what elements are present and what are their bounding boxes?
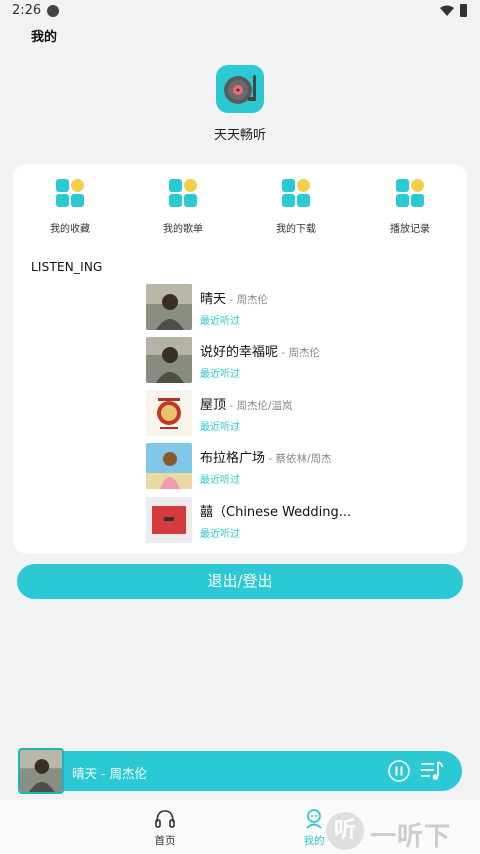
now-playing-title: 晴天 - 周杰伦: [72, 766, 147, 781]
song-title-line: 晴天 - 周杰伦: [200, 288, 268, 307]
headphones-icon: [155, 810, 175, 828]
quick-action-favorites[interactable]: 我的收藏: [20, 179, 120, 239]
song-item[interactable]: 屋顶 - 周杰伦/温岚 最近听过: [146, 390, 446, 436]
status-bar: 2:26: [0, 0, 480, 24]
album-cover: [146, 337, 192, 383]
recently-played-tag: 最近听过: [200, 369, 240, 380]
quick-action-downloads[interactable]: 我的下载: [246, 179, 346, 239]
grid-icon: [396, 179, 424, 207]
song-artist: - 蔡依林/周杰: [265, 453, 332, 465]
now-playing-cover: [18, 748, 64, 794]
battery-icon: [460, 4, 467, 17]
quick-action-label: 我的下载: [276, 224, 316, 235]
grid-icon: [169, 179, 197, 207]
mini-player[interactable]: 晴天 - 周杰伦: [18, 748, 462, 794]
wifi-icon: [440, 5, 454, 16]
song-title: 布拉格广场: [200, 451, 266, 466]
status-time: 2:26: [12, 3, 42, 18]
page-title: 我的: [31, 30, 58, 45]
song-title-line: 屋顶 - 周杰伦/温岚: [200, 394, 293, 413]
recently-played-tag: 最近听过: [200, 422, 240, 433]
song-artist: - 周杰伦/温岚: [226, 400, 293, 412]
song-title-line: 囍（Chinese Wedding...: [200, 501, 351, 520]
recently-played-tag: 最近听过: [200, 529, 240, 540]
quick-action-label: 我的收藏: [50, 224, 90, 235]
song-title: 说好的幸福呢: [200, 345, 279, 360]
song-item[interactable]: 囍（Chinese Wedding... 最近听过: [146, 497, 446, 543]
nav-label: 首页: [154, 835, 176, 847]
quick-action-playlists[interactable]: 我的歌单: [133, 179, 233, 239]
album-cover: [146, 497, 192, 543]
song-item[interactable]: 布拉格广场 - 蔡依林/周杰 最近听过: [146, 443, 446, 489]
recently-played-tag: 最近听过: [200, 316, 240, 327]
listening-section-title: LISTEN_ING: [31, 260, 103, 274]
album-cover: [146, 390, 192, 436]
album-cover: [146, 284, 192, 330]
app-logo-icon: [216, 65, 264, 113]
pause-icon[interactable]: [388, 760, 410, 782]
song-title-line: 说好的幸福呢 - 周杰伦: [200, 341, 320, 360]
song-title: 晴天: [200, 292, 227, 307]
album-cover: [146, 443, 192, 489]
grid-icon: [56, 179, 84, 207]
song-artist: - 周杰伦: [278, 347, 320, 359]
profile-card: 我的收藏 我的歌单 我的下载 播放记录 LISTEN_ING 晴天 - 周杰伦 …: [13, 164, 467, 554]
grid-icon: [282, 179, 310, 207]
quick-action-history[interactable]: 播放记录: [360, 179, 460, 239]
song-title: 囍（Chinese Wedding...: [200, 505, 352, 520]
recently-played-tag: 最近听过: [200, 475, 240, 486]
playlist-queue-icon[interactable]: [420, 760, 444, 782]
song-title: 屋顶: [200, 398, 227, 413]
song-artist: - 周杰伦: [226, 294, 268, 306]
app-name: 天天畅听: [213, 128, 266, 143]
watermark: 听 一听下载: [326, 812, 476, 852]
profile-icon: [306, 809, 322, 829]
notification-dot-icon: [47, 5, 59, 17]
watermark-badge: 听: [326, 812, 364, 850]
song-title-line: 布拉格广场 - 蔡依林/周杰: [200, 447, 332, 466]
watermark-text: 一听下载: [370, 822, 452, 852]
quick-action-label: 我的歌单: [163, 224, 203, 235]
nav-item-home[interactable]: 首页: [135, 808, 195, 848]
quick-action-label: 播放记录: [390, 224, 430, 235]
song-item[interactable]: 晴天 - 周杰伦 最近听过: [146, 284, 446, 330]
logout-button[interactable]: 退出/登出: [17, 564, 463, 599]
song-item[interactable]: 说好的幸福呢 - 周杰伦 最近听过: [146, 337, 446, 383]
